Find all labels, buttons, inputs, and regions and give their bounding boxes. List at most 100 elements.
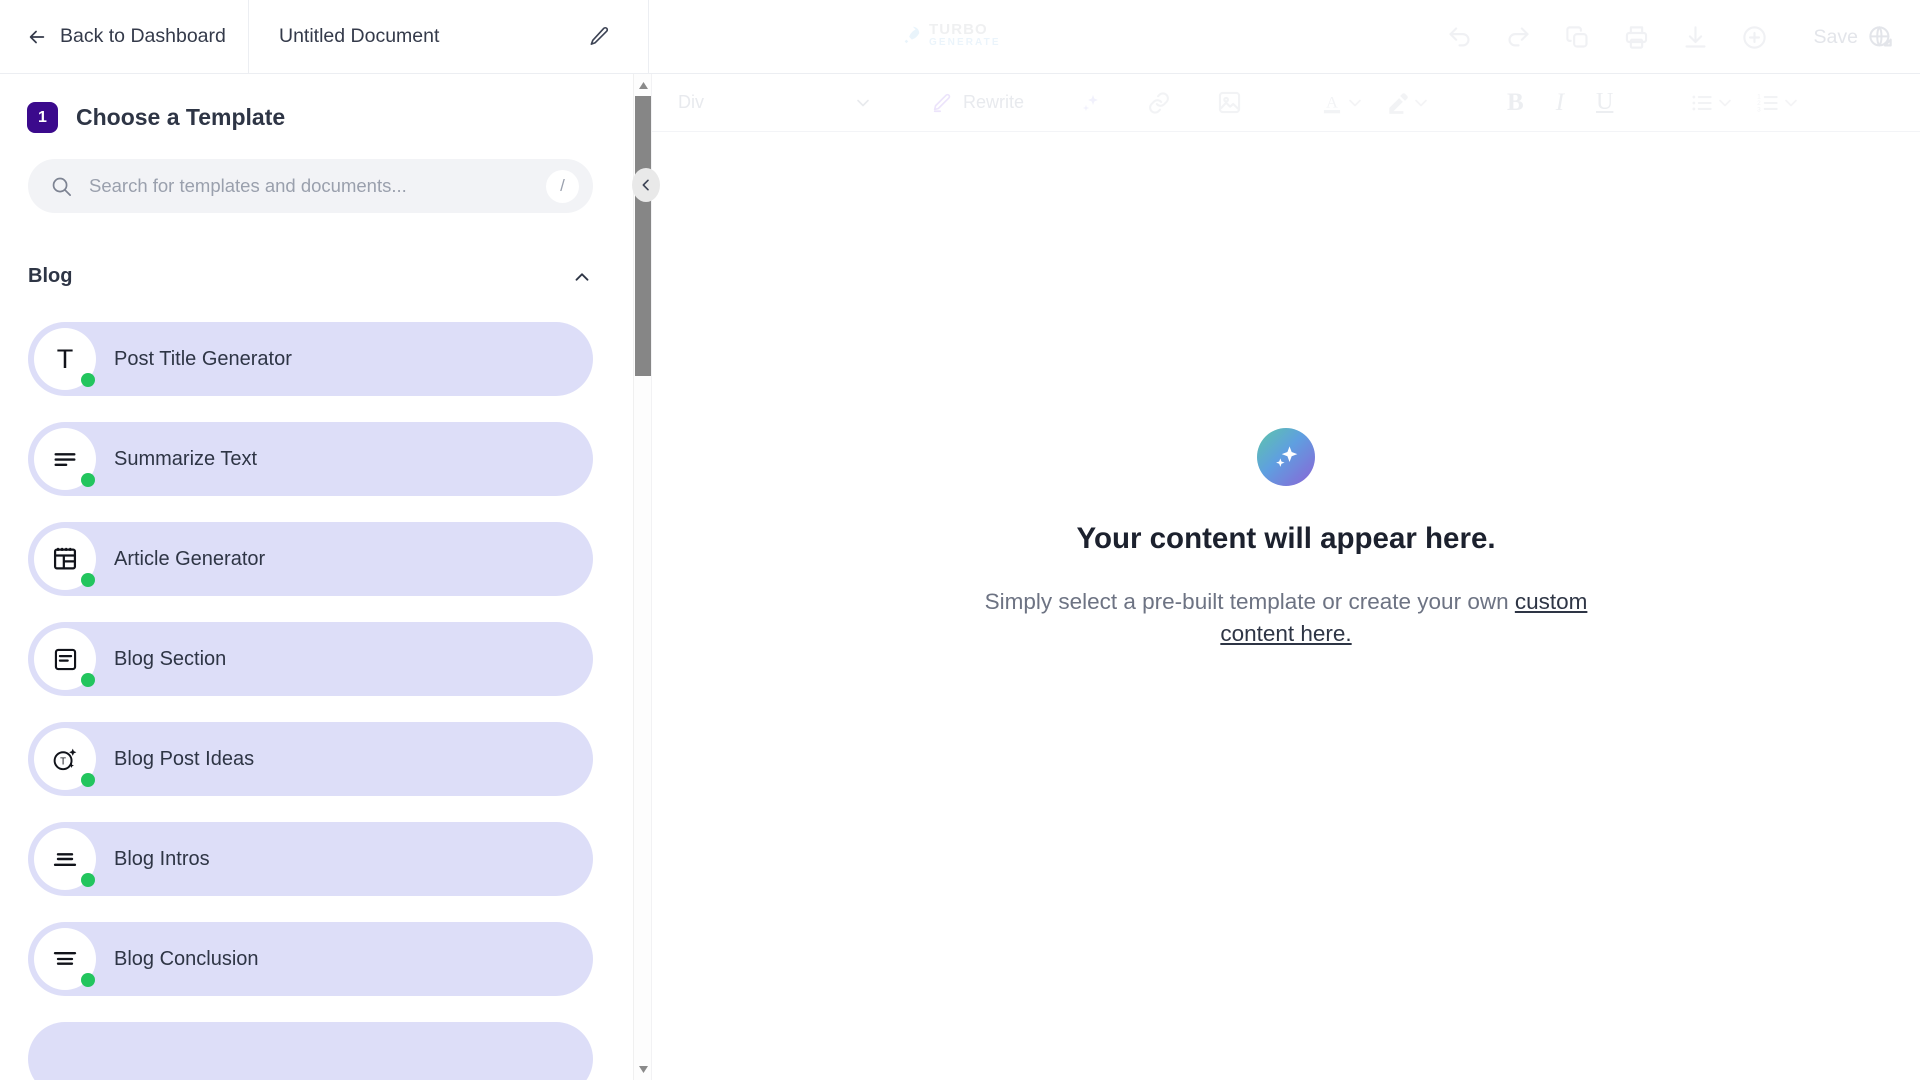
status-dot bbox=[81, 973, 95, 987]
template-sidebar: 1 Choose a Template Search for templates… bbox=[0, 74, 633, 1080]
template-avatar: T bbox=[34, 328, 96, 390]
scroll-up-arrow[interactable] bbox=[634, 76, 652, 94]
image-icon[interactable] bbox=[1216, 89, 1243, 116]
app-root: Back to Dashboard Untitled Document TURB… bbox=[0, 0, 1920, 1080]
chevron-down-icon[interactable] bbox=[1781, 93, 1801, 113]
status-dot bbox=[81, 573, 95, 587]
article-layout-icon bbox=[53, 547, 77, 570]
link-icon[interactable] bbox=[1146, 90, 1172, 116]
search-icon bbox=[52, 177, 71, 196]
svg-text:A: A bbox=[1326, 93, 1338, 111]
chevron-up-icon bbox=[575, 272, 589, 281]
italic-button[interactable]: I bbox=[1556, 89, 1564, 117]
bullet-list-icon[interactable] bbox=[1689, 90, 1715, 116]
pencil-rewrite-icon bbox=[933, 93, 951, 112]
top-bar: Back to Dashboard Untitled Document TURB… bbox=[0, 0, 1920, 74]
template-label: Post Title Generator bbox=[114, 347, 292, 370]
sidebar-scrollbar[interactable] bbox=[633, 74, 651, 1080]
template-label: Blog Section bbox=[114, 647, 227, 670]
underline-button[interactable]: U bbox=[1596, 89, 1613, 116]
template-avatar bbox=[34, 628, 96, 690]
template-item-blog-intros[interactable]: Blog Intros bbox=[28, 822, 593, 896]
scrollbar-thumb[interactable] bbox=[635, 96, 651, 376]
template-item-summarize-text[interactable]: Summarize Text bbox=[28, 422, 593, 496]
editor-toolbar: Div Rewrite A B I U 1 2 3 bbox=[650, 74, 1920, 132]
template-avatar bbox=[34, 928, 96, 990]
svg-text:T: T bbox=[60, 756, 66, 767]
edit-title-button[interactable] bbox=[576, 13, 622, 60]
template-item-blog-section[interactable]: Blog Section bbox=[28, 622, 593, 696]
sidebar-step-header: 1 Choose a Template bbox=[0, 74, 633, 133]
sparkle-gradient-icon bbox=[1257, 428, 1315, 486]
document-title-bar: Untitled Document bbox=[249, 0, 649, 74]
sparkle-icon[interactable] bbox=[1078, 91, 1102, 115]
numbered-list-icon[interactable]: 1 2 3 bbox=[1755, 90, 1781, 116]
template-label: Blog Intros bbox=[114, 847, 210, 870]
pencil-icon bbox=[590, 27, 608, 45]
template-avatar bbox=[34, 428, 96, 490]
status-dot bbox=[81, 773, 95, 787]
idea-sparkle-icon: T bbox=[53, 748, 76, 770]
back-to-dashboard-label: Back to Dashboard bbox=[60, 25, 226, 47]
search-shortcut-key: / bbox=[546, 169, 579, 203]
text-color-icon[interactable]: A bbox=[1319, 90, 1345, 116]
letter-t-icon: T bbox=[56, 343, 74, 374]
status-dot bbox=[81, 473, 95, 487]
undo-icon[interactable] bbox=[1446, 24, 1473, 51]
redo-icon[interactable] bbox=[1505, 24, 1532, 51]
template-label: Blog Post Ideas bbox=[114, 747, 255, 770]
template-item-partial[interactable] bbox=[28, 1022, 593, 1080]
save-label: Save bbox=[1813, 25, 1858, 48]
rocket-icon bbox=[904, 26, 920, 44]
empty-state: Your content will appear here. Simply se… bbox=[966, 428, 1606, 650]
rewrite-button[interactable]: Rewrite bbox=[931, 92, 1024, 114]
template-item-blog-post-ideas[interactable]: T Blog Post Ideas bbox=[28, 722, 593, 796]
brand-name-bottom: GENERATE bbox=[929, 36, 1001, 48]
sparkle-glyph-icon bbox=[1276, 446, 1298, 467]
chevron-down-icon bbox=[857, 99, 869, 106]
chevron-down-icon[interactable] bbox=[1715, 93, 1735, 113]
search-input[interactable]: Search for templates and documents... bbox=[89, 175, 530, 197]
download-icon[interactable] bbox=[1682, 24, 1709, 51]
highlighter-icon[interactable] bbox=[1385, 90, 1411, 116]
triangle-up-icon bbox=[638, 81, 648, 89]
chevron-down-icon[interactable] bbox=[1411, 93, 1431, 113]
document-section-icon bbox=[54, 648, 76, 670]
save-button[interactable]: Save bbox=[1814, 24, 1894, 51]
template-label: Blog Conclusion bbox=[114, 947, 259, 970]
template-item-article-generator[interactable]: Article Generator bbox=[28, 522, 593, 596]
print-icon[interactable] bbox=[1623, 24, 1650, 51]
text-lines-icon bbox=[54, 453, 76, 466]
template-avatar bbox=[34, 528, 96, 590]
brand-name-top: TURBO bbox=[929, 21, 988, 38]
status-dot bbox=[81, 673, 95, 687]
back-to-dashboard-button[interactable]: Back to Dashboard bbox=[0, 0, 249, 74]
template-list: T Post Title Generator Summarize Text Ar… bbox=[0, 322, 633, 1080]
template-group-name: Blog bbox=[28, 265, 73, 287]
empty-state-body: Simply select a pre-built template or cr… bbox=[966, 586, 1606, 650]
add-circle-icon[interactable] bbox=[1741, 24, 1768, 51]
template-label: Summarize Text bbox=[114, 447, 258, 470]
empty-state-heading: Your content will appear here. bbox=[1076, 522, 1496, 555]
document-title: Untitled Document bbox=[279, 25, 440, 47]
chevron-down-icon[interactable] bbox=[1345, 93, 1365, 113]
step-number-badge: 1 bbox=[27, 102, 58, 133]
copy-icon[interactable] bbox=[1564, 24, 1591, 51]
bold-button[interactable]: B bbox=[1507, 89, 1524, 117]
top-actions: Save bbox=[1446, 0, 1894, 74]
template-avatar: T bbox=[34, 728, 96, 790]
template-item-blog-conclusion[interactable]: Blog Conclusion bbox=[28, 922, 593, 996]
block-type-value: Div bbox=[678, 92, 704, 112]
turbo-generate-logo: TURBO GENERATE bbox=[900, 22, 1001, 48]
template-group-header-blog[interactable]: Blog bbox=[28, 265, 593, 288]
collapse-sidebar-button[interactable] bbox=[632, 168, 660, 202]
svg-text:3: 3 bbox=[1758, 106, 1762, 113]
template-item-post-title-generator[interactable]: T Post Title Generator bbox=[28, 322, 593, 396]
arrow-left-icon bbox=[29, 30, 45, 43]
block-type-select[interactable]: Div bbox=[678, 92, 883, 113]
template-label: Article Generator bbox=[114, 547, 266, 570]
chevron-left-icon bbox=[642, 179, 649, 191]
status-dot bbox=[81, 373, 95, 387]
scroll-down-arrow[interactable] bbox=[634, 1060, 652, 1078]
template-search-box[interactable]: Search for templates and documents... / bbox=[28, 159, 593, 213]
